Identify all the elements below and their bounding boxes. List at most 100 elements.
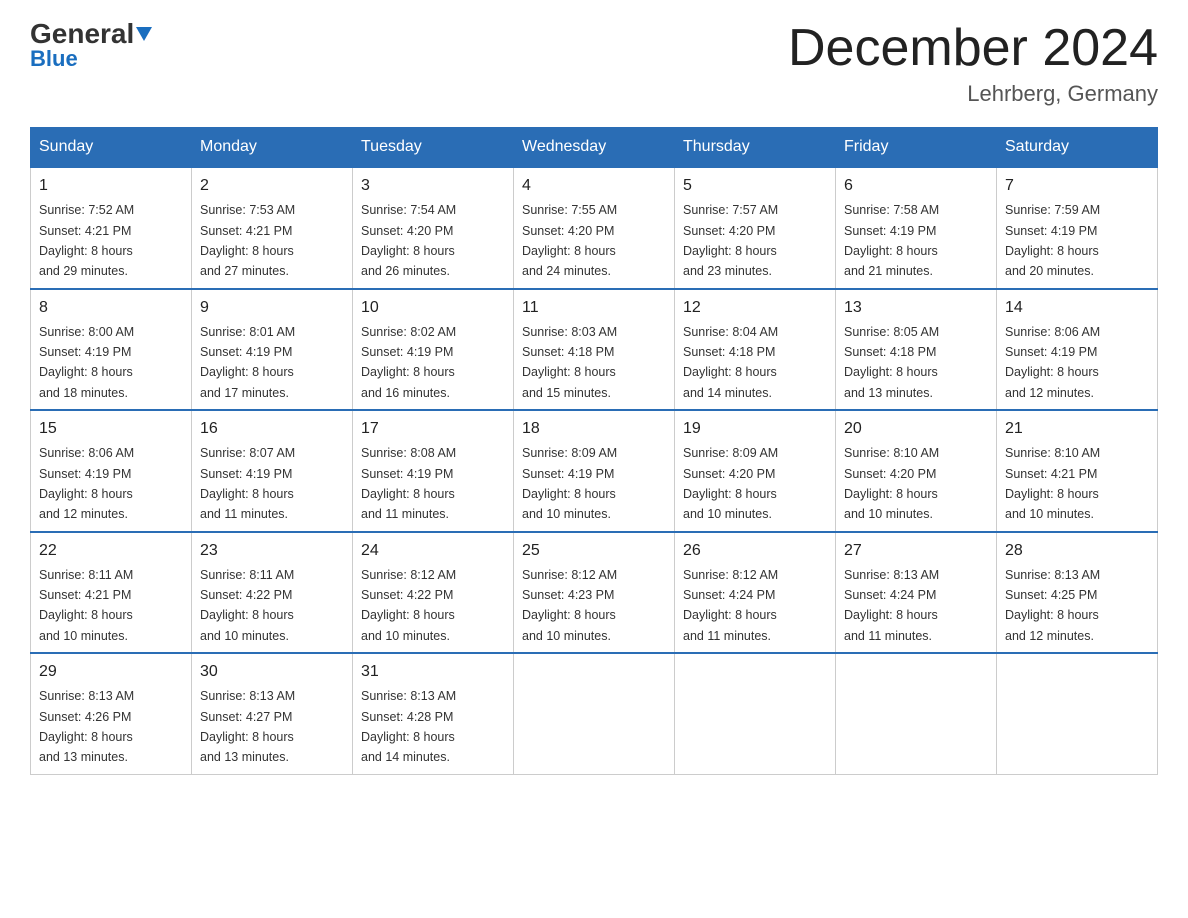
table-row [514,653,675,774]
table-row: 19 Sunrise: 8:09 AMSunset: 4:20 PMDaylig… [675,410,836,532]
day-number: 21 [1005,417,1149,441]
day-info: Sunrise: 8:12 AMSunset: 4:22 PMDaylight:… [361,568,456,643]
col-saturday: Saturday [997,128,1158,168]
logo-blue-text: Blue [30,46,78,72]
day-info: Sunrise: 7:54 AMSunset: 4:20 PMDaylight:… [361,203,456,278]
day-info: Sunrise: 8:01 AMSunset: 4:19 PMDaylight:… [200,325,295,400]
table-row: 30 Sunrise: 8:13 AMSunset: 4:27 PMDaylig… [192,653,353,774]
day-info: Sunrise: 8:11 AMSunset: 4:22 PMDaylight:… [200,568,294,643]
col-tuesday: Tuesday [353,128,514,168]
location-subtitle: Lehrberg, Germany [788,81,1158,107]
table-row [836,653,997,774]
day-info: Sunrise: 7:58 AMSunset: 4:19 PMDaylight:… [844,203,939,278]
table-row: 25 Sunrise: 8:12 AMSunset: 4:23 PMDaylig… [514,532,675,654]
col-friday: Friday [836,128,997,168]
table-row [997,653,1158,774]
day-number: 12 [683,296,827,320]
table-row: 14 Sunrise: 8:06 AMSunset: 4:19 PMDaylig… [997,289,1158,411]
day-info: Sunrise: 8:06 AMSunset: 4:19 PMDaylight:… [39,446,134,521]
day-info: Sunrise: 8:08 AMSunset: 4:19 PMDaylight:… [361,446,456,521]
title-area: December 2024 Lehrberg, Germany [788,20,1158,107]
day-info: Sunrise: 8:13 AMSunset: 4:25 PMDaylight:… [1005,568,1100,643]
day-number: 29 [39,660,183,684]
day-info: Sunrise: 8:13 AMSunset: 4:24 PMDaylight:… [844,568,939,643]
calendar-week-row: 8 Sunrise: 8:00 AMSunset: 4:19 PMDayligh… [31,289,1158,411]
calendar-week-row: 29 Sunrise: 8:13 AMSunset: 4:26 PMDaylig… [31,653,1158,774]
table-row: 20 Sunrise: 8:10 AMSunset: 4:20 PMDaylig… [836,410,997,532]
day-number: 26 [683,539,827,563]
day-info: Sunrise: 8:11 AMSunset: 4:21 PMDaylight:… [39,568,133,643]
table-row: 23 Sunrise: 8:11 AMSunset: 4:22 PMDaylig… [192,532,353,654]
day-number: 13 [844,296,988,320]
table-row: 6 Sunrise: 7:58 AMSunset: 4:19 PMDayligh… [836,167,997,289]
table-row: 13 Sunrise: 8:05 AMSunset: 4:18 PMDaylig… [836,289,997,411]
table-row: 22 Sunrise: 8:11 AMSunset: 4:21 PMDaylig… [31,532,192,654]
day-info: Sunrise: 8:04 AMSunset: 4:18 PMDaylight:… [683,325,778,400]
day-number: 30 [200,660,344,684]
table-row: 8 Sunrise: 8:00 AMSunset: 4:19 PMDayligh… [31,289,192,411]
day-number: 17 [361,417,505,441]
day-info: Sunrise: 8:06 AMSunset: 4:19 PMDaylight:… [1005,325,1100,400]
table-row: 31 Sunrise: 8:13 AMSunset: 4:28 PMDaylig… [353,653,514,774]
day-info: Sunrise: 7:59 AMSunset: 4:19 PMDaylight:… [1005,203,1100,278]
day-info: Sunrise: 7:55 AMSunset: 4:20 PMDaylight:… [522,203,617,278]
calendar-week-row: 15 Sunrise: 8:06 AMSunset: 4:19 PMDaylig… [31,410,1158,532]
day-number: 28 [1005,539,1149,563]
day-number: 23 [200,539,344,563]
day-number: 19 [683,417,827,441]
table-row: 12 Sunrise: 8:04 AMSunset: 4:18 PMDaylig… [675,289,836,411]
col-wednesday: Wednesday [514,128,675,168]
table-row: 15 Sunrise: 8:06 AMSunset: 4:19 PMDaylig… [31,410,192,532]
header-row: Sunday Monday Tuesday Wednesday Thursday… [31,128,1158,168]
day-number: 20 [844,417,988,441]
day-number: 27 [844,539,988,563]
table-row: 21 Sunrise: 8:10 AMSunset: 4:21 PMDaylig… [997,410,1158,532]
day-number: 16 [200,417,344,441]
day-info: Sunrise: 8:13 AMSunset: 4:28 PMDaylight:… [361,689,456,764]
day-number: 8 [39,296,183,320]
day-info: Sunrise: 7:53 AMSunset: 4:21 PMDaylight:… [200,203,295,278]
table-row: 1 Sunrise: 7:52 AMSunset: 4:21 PMDayligh… [31,167,192,289]
day-info: Sunrise: 8:07 AMSunset: 4:19 PMDaylight:… [200,446,295,521]
table-row [675,653,836,774]
day-info: Sunrise: 8:03 AMSunset: 4:18 PMDaylight:… [522,325,617,400]
day-number: 15 [39,417,183,441]
day-info: Sunrise: 8:00 AMSunset: 4:19 PMDaylight:… [39,325,134,400]
day-info: Sunrise: 8:09 AMSunset: 4:19 PMDaylight:… [522,446,617,521]
calendar-header: Sunday Monday Tuesday Wednesday Thursday… [31,128,1158,168]
calendar-body: 1 Sunrise: 7:52 AMSunset: 4:21 PMDayligh… [31,167,1158,774]
col-sunday: Sunday [31,128,192,168]
day-number: 9 [200,296,344,320]
table-row: 2 Sunrise: 7:53 AMSunset: 4:21 PMDayligh… [192,167,353,289]
table-row: 28 Sunrise: 8:13 AMSunset: 4:25 PMDaylig… [997,532,1158,654]
table-row: 7 Sunrise: 7:59 AMSunset: 4:19 PMDayligh… [997,167,1158,289]
table-row: 5 Sunrise: 7:57 AMSunset: 4:20 PMDayligh… [675,167,836,289]
table-row: 29 Sunrise: 8:13 AMSunset: 4:26 PMDaylig… [31,653,192,774]
day-number: 6 [844,174,988,198]
day-number: 14 [1005,296,1149,320]
day-number: 3 [361,174,505,198]
day-info: Sunrise: 8:13 AMSunset: 4:27 PMDaylight:… [200,689,295,764]
table-row: 26 Sunrise: 8:12 AMSunset: 4:24 PMDaylig… [675,532,836,654]
table-row: 27 Sunrise: 8:13 AMSunset: 4:24 PMDaylig… [836,532,997,654]
table-row: 11 Sunrise: 8:03 AMSunset: 4:18 PMDaylig… [514,289,675,411]
day-number: 24 [361,539,505,563]
day-info: Sunrise: 7:52 AMSunset: 4:21 PMDaylight:… [39,203,134,278]
table-row: 9 Sunrise: 8:01 AMSunset: 4:19 PMDayligh… [192,289,353,411]
day-info: Sunrise: 8:02 AMSunset: 4:19 PMDaylight:… [361,325,456,400]
table-row: 17 Sunrise: 8:08 AMSunset: 4:19 PMDaylig… [353,410,514,532]
table-row: 3 Sunrise: 7:54 AMSunset: 4:20 PMDayligh… [353,167,514,289]
day-number: 5 [683,174,827,198]
day-info: Sunrise: 8:09 AMSunset: 4:20 PMDaylight:… [683,446,778,521]
day-number: 4 [522,174,666,198]
logo-triangle-icon [134,18,152,49]
table-row: 16 Sunrise: 8:07 AMSunset: 4:19 PMDaylig… [192,410,353,532]
col-thursday: Thursday [675,128,836,168]
day-number: 18 [522,417,666,441]
calendar-table: Sunday Monday Tuesday Wednesday Thursday… [30,127,1158,775]
day-number: 7 [1005,174,1149,198]
day-number: 10 [361,296,505,320]
day-number: 2 [200,174,344,198]
table-row: 24 Sunrise: 8:12 AMSunset: 4:22 PMDaylig… [353,532,514,654]
day-info: Sunrise: 8:10 AMSunset: 4:21 PMDaylight:… [1005,446,1100,521]
